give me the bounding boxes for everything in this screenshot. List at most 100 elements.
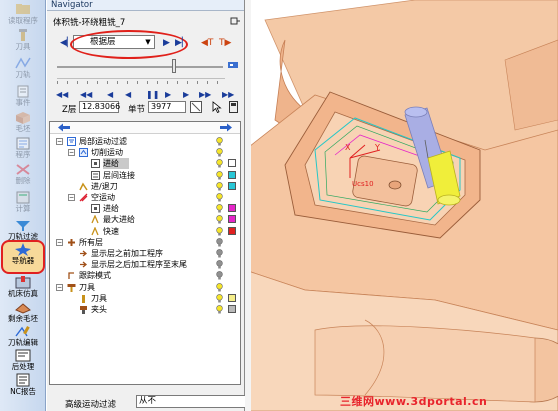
- navigator-icon: [15, 243, 31, 256]
- color-swatch[interactable]: [228, 305, 236, 313]
- arrow-left-icon[interactable]: [58, 123, 70, 132]
- color-swatch[interactable]: [228, 215, 236, 224]
- toolbar-button-delete[interactable]: 删除: [3, 162, 43, 189]
- color-swatch[interactable]: [228, 159, 236, 168]
- toolbar-button-tool[interactable]: 刀具: [3, 28, 43, 55]
- forward-icon[interactable]: ▶: [183, 90, 189, 99]
- tree-row[interactable]: 刀具: [50, 293, 238, 304]
- tree-row[interactable]: 进/退刀: [50, 181, 238, 192]
- color-swatch[interactable]: [228, 170, 236, 179]
- visibility-bulb-icon[interactable]: [216, 170, 223, 180]
- toolbar-button-program[interactable]: 程序: [3, 136, 43, 163]
- visibility-bulb-icon[interactable]: [216, 237, 223, 247]
- toolbar-button-label: 毛坯: [15, 124, 31, 133]
- visibility-bulb-icon[interactable]: [216, 293, 223, 303]
- pin-icon[interactable]: [230, 16, 240, 26]
- toolbar-button-postprocess[interactable]: 后处理: [3, 348, 43, 375]
- progress-slider[interactable]: [57, 66, 223, 68]
- color-swatch[interactable]: [228, 181, 236, 190]
- visibility-bulb-icon[interactable]: [216, 215, 223, 224]
- rewind-icon[interactable]: ◀◀: [56, 90, 68, 99]
- toolbar-button-nc-report[interactable]: NC报告: [3, 373, 43, 400]
- visibility-bulb-icon[interactable]: [216, 226, 223, 236]
- visibility-bulb-icon[interactable]: [216, 181, 223, 191]
- tree-row[interactable]: 快速: [50, 226, 238, 237]
- play-icon[interactable]: ▶: [165, 90, 171, 99]
- visibility-bulb-icon[interactable]: [216, 148, 223, 157]
- tree-row[interactable]: − 空运动: [50, 192, 238, 203]
- step-field[interactable]: 3977: [148, 101, 186, 113]
- visibility-bulb-icon[interactable]: [216, 159, 223, 168]
- event-icon: [17, 85, 29, 98]
- no-limit-icon[interactable]: [190, 101, 202, 113]
- next-icon[interactable]: ▶: [163, 38, 170, 48]
- filter-node-icon: [67, 137, 76, 146]
- save-icon[interactable]: [229, 101, 238, 113]
- back-icon[interactable]: ◀: [107, 90, 113, 99]
- tree-row[interactable]: 进给: [50, 203, 238, 214]
- tree-expander-icon[interactable]: −: [68, 194, 75, 201]
- tree-row[interactable]: − 刀具: [50, 282, 238, 293]
- color-swatch[interactable]: [228, 293, 236, 302]
- cursor-icon[interactable]: [212, 101, 222, 113]
- toolbar-button-toolpath[interactable]: 刀轨: [3, 56, 43, 83]
- toolbar-button-machine-sim[interactable]: 机床仿真: [3, 275, 43, 302]
- tree-row[interactable]: 显示层之后加工程序至末尾: [50, 259, 238, 270]
- axis-origin-label: Ucs10: [352, 180, 374, 188]
- 3d-viewport[interactable]: X Y Ucs10: [245, 0, 558, 411]
- tree-toggle-icon[interactable]: [245, 0, 251, 411]
- step-label: 单节: [128, 105, 146, 115]
- tree-row[interactable]: 跟踪模式: [50, 270, 238, 281]
- tool-icon: [19, 29, 27, 41]
- step-forward-icon[interactable]: ▶▶: [199, 90, 211, 99]
- color-swatch[interactable]: [228, 226, 236, 235]
- tree-row[interactable]: 显示层之前加工程序: [50, 248, 238, 259]
- visibility-bulb-icon[interactable]: [216, 204, 223, 213]
- visibility-bulb-icon[interactable]: [216, 305, 223, 314]
- fast-forward-icon[interactable]: ▶▶: [222, 90, 234, 99]
- color-swatch[interactable]: [228, 204, 236, 213]
- tree-row[interactable]: − 切削运动: [50, 147, 238, 158]
- toolbar-button-navigator[interactable]: 导航器: [1, 240, 45, 274]
- z-layer-field[interactable]: 12.83066: [79, 101, 120, 113]
- toolbar-button-remaining-stock[interactable]: 剩余毛坯: [3, 300, 43, 327]
- visibility-bulb-icon[interactable]: [216, 249, 223, 258]
- layer-link-icon: [91, 170, 100, 180]
- tree-expander-icon[interactable]: −: [68, 149, 75, 157]
- tree-row[interactable]: − 所有层: [50, 237, 238, 248]
- arrow-right-icon[interactable]: [220, 123, 232, 132]
- toolbar-button-label: 删除: [15, 176, 31, 185]
- tree-row[interactable]: 进给: [50, 158, 238, 170]
- play-back-icon[interactable]: ◀: [125, 90, 131, 99]
- tree-expander-icon[interactable]: −: [56, 138, 63, 145]
- visibility-bulb-icon[interactable]: [216, 193, 223, 202]
- progress-slider-thumb[interactable]: [172, 59, 176, 73]
- tree-row[interactable]: 最大进给: [50, 214, 238, 225]
- tool-prev-icon[interactable]: ◀T: [201, 38, 213, 48]
- toolbar-button-folder[interactable]: 读取程序: [3, 2, 43, 29]
- speed-icon[interactable]: [227, 60, 239, 70]
- toolbar-button-event[interactable]: 事件: [3, 84, 43, 111]
- tree-expander-icon[interactable]: −: [56, 238, 63, 246]
- visibility-bulb-icon[interactable]: [216, 282, 223, 292]
- folder-icon: [16, 4, 30, 14]
- cut-motion-icon: [79, 148, 88, 158]
- tree-row[interactable]: 层间连接: [50, 170, 238, 181]
- tree-expander-icon[interactable]: −: [56, 283, 63, 291]
- toolbar-button-toolpath-edit[interactable]: 刀轨编辑: [3, 324, 43, 351]
- speed-slider[interactable]: [57, 78, 225, 79]
- operation-name: 体积铣-环绕粗铣_7: [53, 18, 126, 28]
- max-feed-icon: [91, 215, 99, 224]
- visibility-bulb-icon[interactable]: [216, 260, 223, 269]
- step-back-icon[interactable]: ◀◀: [80, 90, 92, 99]
- toolbar-button-calculate[interactable]: 计算: [3, 190, 43, 217]
- visibility-bulb-icon[interactable]: [216, 137, 223, 146]
- pause-icon[interactable]: ❚❚: [146, 90, 159, 99]
- toolbar-button-stock[interactable]: 毛坯: [3, 110, 43, 137]
- stock-icon: [16, 112, 30, 124]
- visibility-bulb-icon[interactable]: [216, 271, 223, 280]
- last-step-icon[interactable]: ▶▏: [175, 38, 189, 48]
- tree-row[interactable]: 夹头: [50, 304, 238, 315]
- tool-next-icon[interactable]: T▶: [219, 38, 231, 48]
- tree-row[interactable]: − 局部运动过滤: [50, 136, 238, 147]
